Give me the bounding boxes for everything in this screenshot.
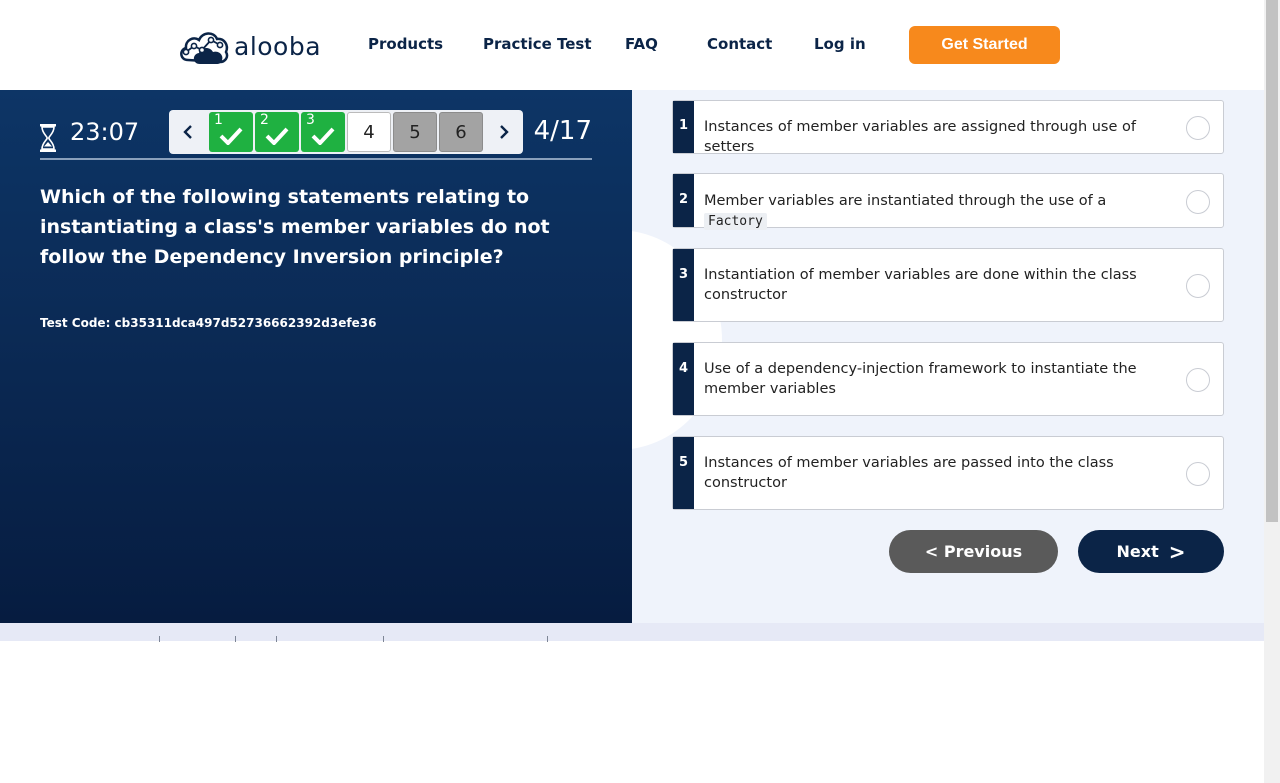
option-radio[interactable]	[1186, 190, 1210, 214]
question-nav-number: 1	[214, 112, 223, 128]
nav-products[interactable]: Products	[368, 35, 443, 53]
footer-divider	[159, 636, 160, 642]
option-number: 5	[673, 437, 694, 509]
answer-option[interactable]: 5 Instances of member variables are pass…	[672, 436, 1224, 510]
question-nav-number: 3	[306, 112, 315, 128]
answer-option[interactable]: 4 Use of a dependency-injection framewor…	[672, 342, 1224, 416]
timer: 23:07	[70, 118, 140, 146]
option-text: Member variables are instantiated throug…	[704, 191, 1171, 232]
footer-divider	[547, 636, 548, 642]
option-number: 2	[673, 174, 694, 227]
option-text: Instances of member variables are assign…	[704, 119, 1136, 155]
option-text-prefix: Member variables are instantiated throug…	[704, 193, 1107, 209]
option-number: 1	[673, 101, 694, 153]
question-nav-answered-2[interactable]: 2	[255, 112, 299, 152]
option-radio[interactable]	[1186, 116, 1210, 140]
nav-login[interactable]: Log in	[814, 35, 866, 53]
alooba-logo[interactable]: alooba	[178, 26, 321, 66]
page-scrollbar[interactable]	[1264, 0, 1280, 783]
option-radio[interactable]	[1186, 462, 1210, 486]
footer-divider	[276, 636, 277, 642]
answer-option[interactable]: 1 Instances of member variables are assi…	[672, 100, 1224, 155]
option-number: 3	[673, 249, 694, 321]
answer-option[interactable]: 2 Member variables are instantiated thro…	[672, 173, 1224, 230]
prev-question-arrow[interactable]	[169, 110, 207, 154]
nav-faq[interactable]: FAQ	[625, 35, 658, 53]
footer-strip	[0, 623, 1264, 641]
question-nav-number: 2	[260, 112, 269, 128]
question-progress: 4/17	[533, 116, 592, 146]
question-text: Which of the following statements relati…	[40, 186, 550, 268]
question-nav-unanswered-5[interactable]: 5	[393, 112, 437, 152]
test-code: Test Code: cb35311dca497d52736662392d3ef…	[40, 316, 377, 330]
option-text: Instantiation of member variables are do…	[704, 267, 1137, 303]
question-nav-current-4[interactable]: 4	[347, 112, 391, 152]
question-nav-answered-1[interactable]: 1	[209, 112, 253, 152]
next-arrow-icon: >	[1168, 539, 1186, 564]
get-started-button[interactable]: Get Started	[909, 26, 1060, 64]
footer-divider	[383, 636, 384, 642]
checkmark-icon	[219, 127, 243, 145]
option-radio[interactable]	[1186, 368, 1210, 392]
nav-contact[interactable]: Contact	[707, 35, 772, 53]
chevron-left-icon	[183, 125, 192, 139]
question-navigator: 1 2 3 456	[169, 110, 523, 154]
quiz-toolbar: 23:07 1 2 3 456 4/17	[40, 110, 592, 160]
next-button[interactable]: Next >	[1078, 530, 1224, 573]
previous-button[interactable]: < Previous	[889, 530, 1058, 573]
answer-option[interactable]: 3 Instantiation of member variables are …	[672, 248, 1224, 322]
next-button-label: Next	[1116, 542, 1159, 561]
answers-panel: 1 Instances of member variables are assi…	[632, 90, 1264, 623]
option-code: Factory	[704, 213, 767, 230]
cloud-logo-icon	[180, 32, 229, 64]
option-text: Instances of member variables are passed…	[704, 455, 1114, 491]
option-text: Use of a dependency-injection framework …	[704, 361, 1137, 397]
option-number: 4	[673, 343, 694, 415]
next-question-arrow[interactable]	[485, 110, 523, 154]
question-nav-unanswered-6[interactable]: 6	[439, 112, 483, 152]
logo-text: alooba	[234, 31, 322, 61]
checkmark-icon	[265, 127, 289, 145]
checkmark-icon	[311, 127, 335, 145]
site-header: alooba Products Practice Test FAQ Contac…	[0, 0, 1264, 90]
question-panel: 23:07 1 2 3 456 4/17 Which of the following…	[0, 90, 632, 623]
chevron-right-icon	[500, 125, 509, 139]
question-nav-answered-3[interactable]: 3	[301, 112, 345, 152]
footer-divider	[235, 636, 236, 642]
scrollbar-thumb[interactable]	[1266, 0, 1278, 522]
option-radio[interactable]	[1186, 274, 1210, 298]
hourglass-icon	[40, 124, 56, 152]
nav-practice-test[interactable]: Practice Test	[483, 35, 592, 53]
